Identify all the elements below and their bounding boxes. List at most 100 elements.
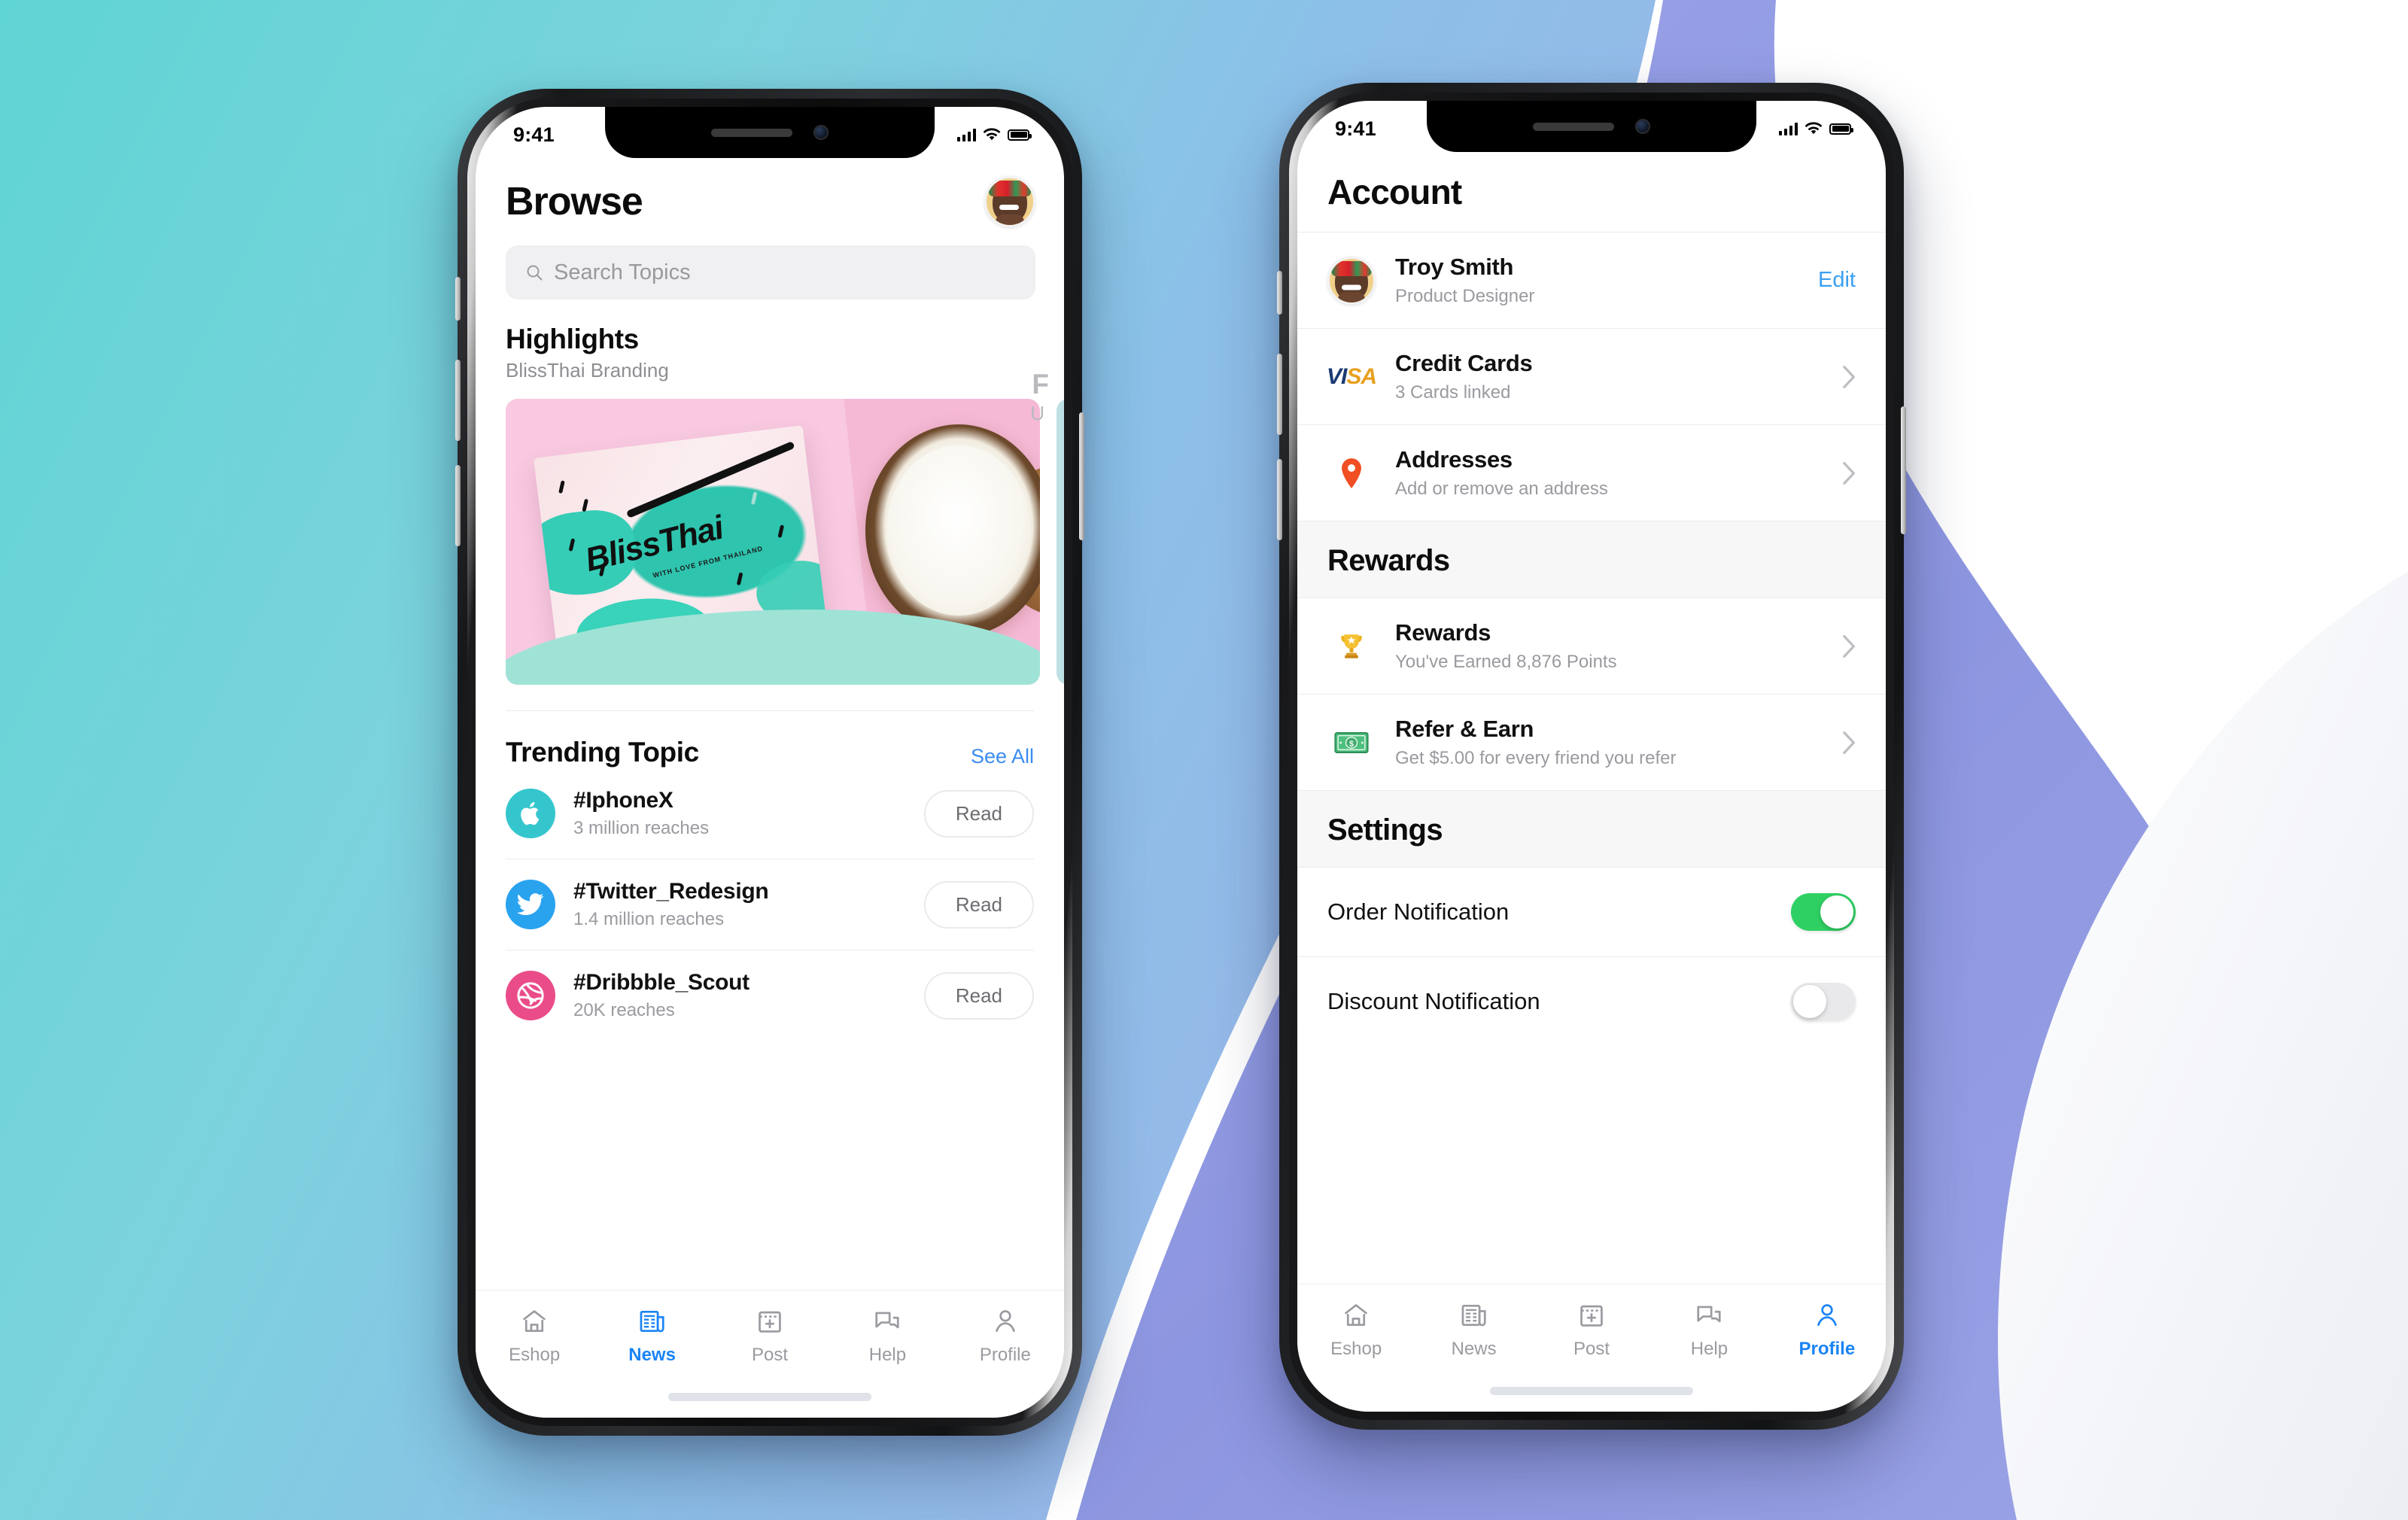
device-notch: [605, 107, 935, 158]
page-title: Account: [1327, 172, 1462, 211]
chevron-right-icon: [1843, 634, 1855, 658]
addresses-row[interactable]: Addresses Add or remove an address: [1297, 424, 1886, 521]
trending-title: Trending Topic: [506, 737, 699, 768]
tab-label: Post: [752, 1345, 789, 1365]
money-icon: $: [1327, 731, 1376, 754]
tab-label: Eshop: [509, 1345, 561, 1365]
rewards-row[interactable]: Rewards You've Earned 8,876 Points: [1297, 598, 1886, 694]
twitter-icon: [506, 880, 555, 929]
order-notification-toggle[interactable]: [1791, 893, 1856, 931]
earpiece-speaker: [1533, 122, 1614, 131]
front-camera: [1635, 119, 1650, 134]
toggle-label: Order Notification: [1327, 898, 1510, 925]
cellular-bars-icon: [957, 128, 976, 141]
list-item[interactable]: #Twitter_Redesign 1.4 million reaches Re…: [476, 859, 1064, 950]
tab-eshop[interactable]: Eshop: [476, 1307, 593, 1366]
battery-full-icon: [1829, 123, 1853, 135]
row-title: Credit Cards: [1395, 350, 1533, 376]
order-notification-row[interactable]: Order Notification: [1297, 868, 1886, 956]
tab-profile[interactable]: Profile: [947, 1307, 1064, 1366]
edit-profile-link[interactable]: Edit: [1818, 268, 1856, 293]
row-title: Rewards: [1395, 619, 1491, 646]
account-app: Account Troy Smith Product Designer Edit…: [1297, 101, 1886, 1412]
discount-notification-toggle[interactable]: [1791, 983, 1856, 1020]
trending-header: Trending Topic See All: [476, 711, 1064, 768]
wifi-icon: [983, 128, 1001, 141]
highlights-carousel[interactable]: BlissThai WITH LOVE FROM THAILAND: [476, 382, 1064, 685]
volume-up-button[interactable]: [1277, 354, 1282, 435]
page-title: Browse: [506, 180, 643, 223]
highlights-title: Highlights: [506, 324, 639, 354]
highlight-card-blissthai[interactable]: BlissThai WITH LOVE FROM THAILAND: [506, 399, 1040, 685]
read-button[interactable]: Read: [923, 789, 1034, 838]
visa-logo-icon: VISA: [1326, 363, 1377, 389]
avatar[interactable]: [1327, 256, 1376, 305]
tab-news[interactable]: News: [1415, 1301, 1532, 1360]
chevron-right-icon: [1843, 461, 1855, 485]
volume-down-button[interactable]: [1277, 459, 1282, 540]
home-indicator[interactable]: [1490, 1387, 1693, 1395]
search-placeholder: Search Topics: [554, 260, 691, 284]
mute-switch[interactable]: [455, 277, 461, 321]
refer-earn-row[interactable]: $ Refer & Earn Get $5.00 for every frien…: [1297, 694, 1886, 790]
power-button[interactable]: [1901, 406, 1906, 534]
profile-avatar-slot: [1327, 256, 1376, 305]
device-notch: [1427, 101, 1756, 152]
topic-reach: 20K reaches: [573, 1000, 675, 1020]
toggle-label: Discount Notification: [1327, 988, 1540, 1014]
browse-app: Browse Search Topics Highlights BlissTha…: [476, 107, 1064, 1418]
next-section-sub-peek: U: [1030, 402, 1044, 424]
front-camera: [813, 125, 829, 140]
highlight-card-next[interactable]: [1057, 399, 1064, 685]
home-indicator[interactable]: [668, 1393, 871, 1401]
tab-eshop[interactable]: Eshop: [1297, 1301, 1415, 1360]
tab-profile[interactable]: Profile: [1768, 1301, 1886, 1360]
read-button[interactable]: Read: [923, 880, 1034, 929]
credit-cards-row[interactable]: VISA Credit Cards 3 Cards linked: [1297, 328, 1886, 424]
tab-label: Help: [1690, 1339, 1728, 1359]
earpiece-speaker: [711, 128, 792, 137]
tab-news[interactable]: News: [593, 1307, 710, 1366]
topic-reach: 1.4 million reaches: [573, 909, 725, 929]
chevron-right-icon: [1843, 365, 1855, 388]
rewards-section-heading: Rewards: [1297, 521, 1886, 598]
see-all-link[interactable]: See All: [971, 745, 1034, 768]
tab-label: Help: [868, 1345, 907, 1365]
row-subtitle: Get $5.00 for every friend you refer: [1395, 748, 1677, 768]
browse-scroll-area[interactable]: Browse Search Topics Highlights BlissTha…: [476, 158, 1064, 1290]
row-subtitle: Add or remove an address: [1395, 479, 1608, 499]
mute-switch[interactable]: [1277, 271, 1282, 315]
tab-post[interactable]: Post: [1533, 1301, 1650, 1360]
topic-name: #Dribbble_Scout: [573, 970, 749, 995]
avatar[interactable]: [984, 176, 1035, 227]
status-time: 9:41: [1335, 117, 1376, 140]
discount-notification-row[interactable]: Discount Notification: [1297, 956, 1886, 1046]
highlights-header: Highlights BlissThai Branding: [476, 299, 1064, 382]
profile-role: Product Designer: [1395, 286, 1535, 306]
volume-up-button[interactable]: [455, 360, 461, 441]
tab-label: News: [628, 1345, 676, 1365]
power-button[interactable]: [1079, 412, 1084, 540]
battery-full-icon: [1008, 129, 1032, 141]
read-button[interactable]: Read: [923, 971, 1034, 1020]
row-subtitle: 3 Cards linked: [1395, 382, 1511, 403]
tab-help[interactable]: Help: [829, 1307, 946, 1366]
tab-post[interactable]: Post: [711, 1307, 829, 1366]
volume-down-button[interactable]: [455, 465, 461, 546]
list-item[interactable]: #Dribbble_Scout 20K reaches Read: [476, 950, 1064, 1041]
browse-header: Browse: [476, 158, 1064, 227]
next-section-title-peek: F: [1032, 369, 1049, 400]
status-time: 9:41: [513, 123, 555, 146]
profile-row[interactable]: Troy Smith Product Designer Edit: [1297, 232, 1886, 328]
account-scroll-area[interactable]: Account Troy Smith Product Designer Edit…: [1297, 152, 1886, 1284]
dribbble-icon: [506, 971, 555, 1020]
phone-device-account: 9:41 Account Troy Smith Product Designer…: [1277, 83, 1906, 1430]
tab-label: Profile: [979, 1345, 1031, 1365]
tab-help[interactable]: Help: [1650, 1301, 1768, 1360]
search-input[interactable]: Search Topics: [506, 245, 1035, 299]
row-subtitle: You've Earned 8,876 Points: [1395, 652, 1617, 672]
phone1-screen: 9:41 Browse Search Topics Highlights Bli…: [476, 107, 1064, 1418]
list-item[interactable]: #IphoneX 3 million reaches Read: [476, 768, 1064, 859]
highlights-subtitle: BlissThai Branding: [506, 359, 669, 382]
map-pin-icon: [1327, 457, 1376, 490]
